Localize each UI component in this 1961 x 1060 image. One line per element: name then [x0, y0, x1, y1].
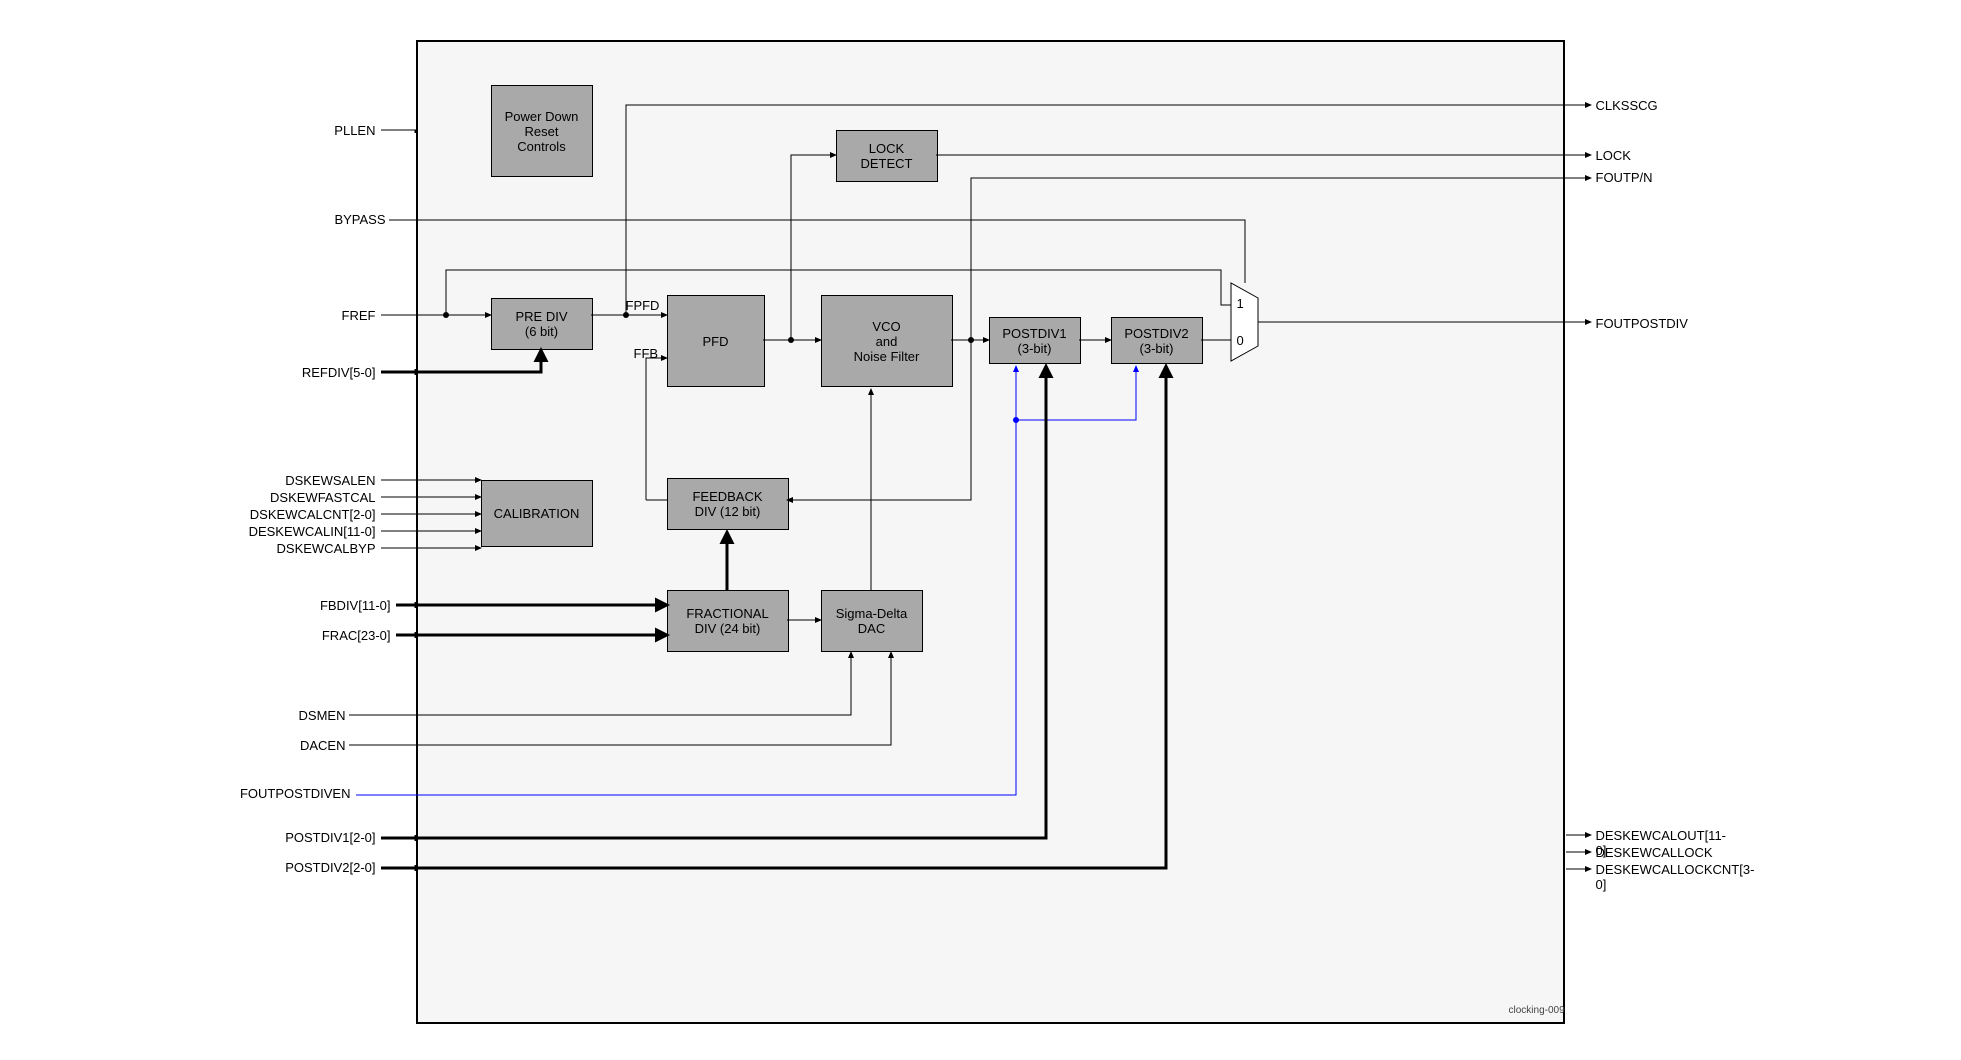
- dacen-label: DACEN: [286, 738, 346, 753]
- dskewcalcnt-label: DSKEWCALCNT[2-0]: [231, 507, 376, 522]
- deskewcalin-label: DESKEWCALIN[11-0]: [231, 524, 376, 539]
- deskewcallock-label: DESKEWCALLOCK: [1596, 845, 1713, 860]
- calibration-block: CALIBRATION: [481, 480, 593, 547]
- deskewcallockcnt-label: DESKEWCALLOCKCNT[3-0]: [1596, 862, 1755, 892]
- fref-label: FREF: [331, 308, 376, 323]
- diagram-id-label: clocking-009: [1509, 1005, 1565, 1016]
- mux-input-1-label: 1: [1237, 296, 1244, 311]
- postdiv1-input-label: POSTDIV1[2-0]: [261, 830, 376, 845]
- vco-block: VCO and Noise Filter: [821, 295, 953, 387]
- clksscg-label: CLKSSCG: [1596, 98, 1658, 113]
- postdiv1-block: POSTDIV1 (3-bit): [989, 317, 1081, 364]
- foutpostdiv-label: FOUTPOSTDIV: [1596, 316, 1688, 331]
- dsmen-label: DSMEN: [286, 708, 346, 723]
- refdiv-label: REFDIV[5-0]: [281, 365, 376, 380]
- postdiv2-input-label: POSTDIV2[2-0]: [261, 860, 376, 875]
- fractional-div-block: FRACTIONAL DIV (24 bit): [667, 590, 789, 652]
- fbdiv-label: FBDIV[11-0]: [301, 598, 391, 613]
- dskewfastcal-label: DSKEWFASTCAL: [241, 490, 376, 505]
- pfd-block: PFD: [667, 295, 765, 387]
- foutpn-label: FOUTP/N: [1596, 170, 1653, 185]
- foutpostdiven-label: FOUTPOSTDIVEN: [231, 786, 351, 801]
- lock-label: LOCK: [1596, 148, 1631, 163]
- ffb-wire-label: FFB: [634, 346, 659, 361]
- frac-label: FRAC[23-0]: [306, 628, 391, 643]
- feedback-div-block: FEEDBACK DIV (12 bit): [667, 478, 789, 530]
- postdiv2-block: POSTDIV2 (3-bit): [1111, 317, 1203, 364]
- dskewcalbyp-label: DSKEWCALBYP: [241, 541, 376, 556]
- sigma-delta-dac-block: Sigma-Delta DAC: [821, 590, 923, 652]
- mux-input-0-label: 0: [1237, 333, 1244, 348]
- pre-div-block: PRE DIV (6 bit): [491, 298, 593, 350]
- lock-detect-block: LOCK DETECT: [836, 130, 938, 182]
- pllen-label: PLLEN: [326, 123, 376, 138]
- fpfd-wire-label: FPFD: [626, 298, 660, 313]
- mux-icon: [1230, 282, 1270, 362]
- dskewsalen-label: DSKEWSALEN: [241, 473, 376, 488]
- bypass-label: BYPASS: [321, 212, 386, 227]
- pll-block-diagram: Power Down Reset Controls PRE DIV (6 bit…: [231, 20, 1731, 1040]
- power-down-block: Power Down Reset Controls: [491, 85, 593, 177]
